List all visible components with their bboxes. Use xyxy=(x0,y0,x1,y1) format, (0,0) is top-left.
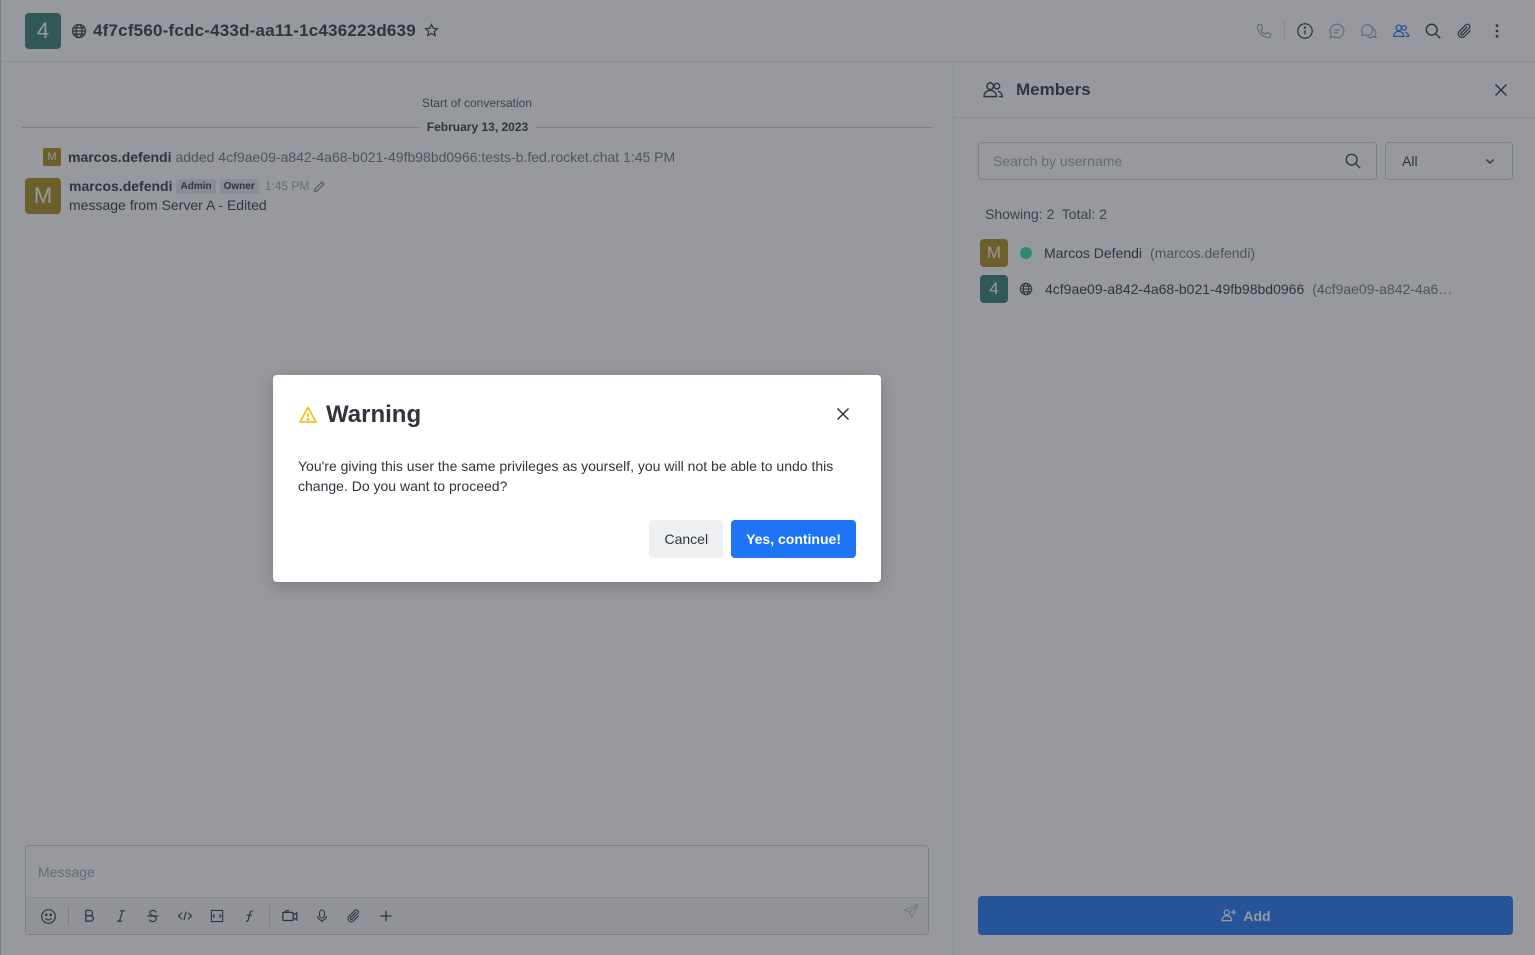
modal-actions: Cancel Yes, continue! xyxy=(649,520,856,558)
modal-title: Warning xyxy=(326,401,422,428)
modal-header: Warning xyxy=(298,401,421,429)
close-icon[interactable] xyxy=(831,402,855,426)
confirm-button[interactable]: Yes, continue! xyxy=(731,520,856,558)
warning-modal: Warning You're giving this user the same… xyxy=(273,375,881,582)
warning-icon xyxy=(298,405,318,425)
cancel-button[interactable]: Cancel xyxy=(649,520,724,558)
modal-message: You're giving this user the same privile… xyxy=(298,458,834,494)
